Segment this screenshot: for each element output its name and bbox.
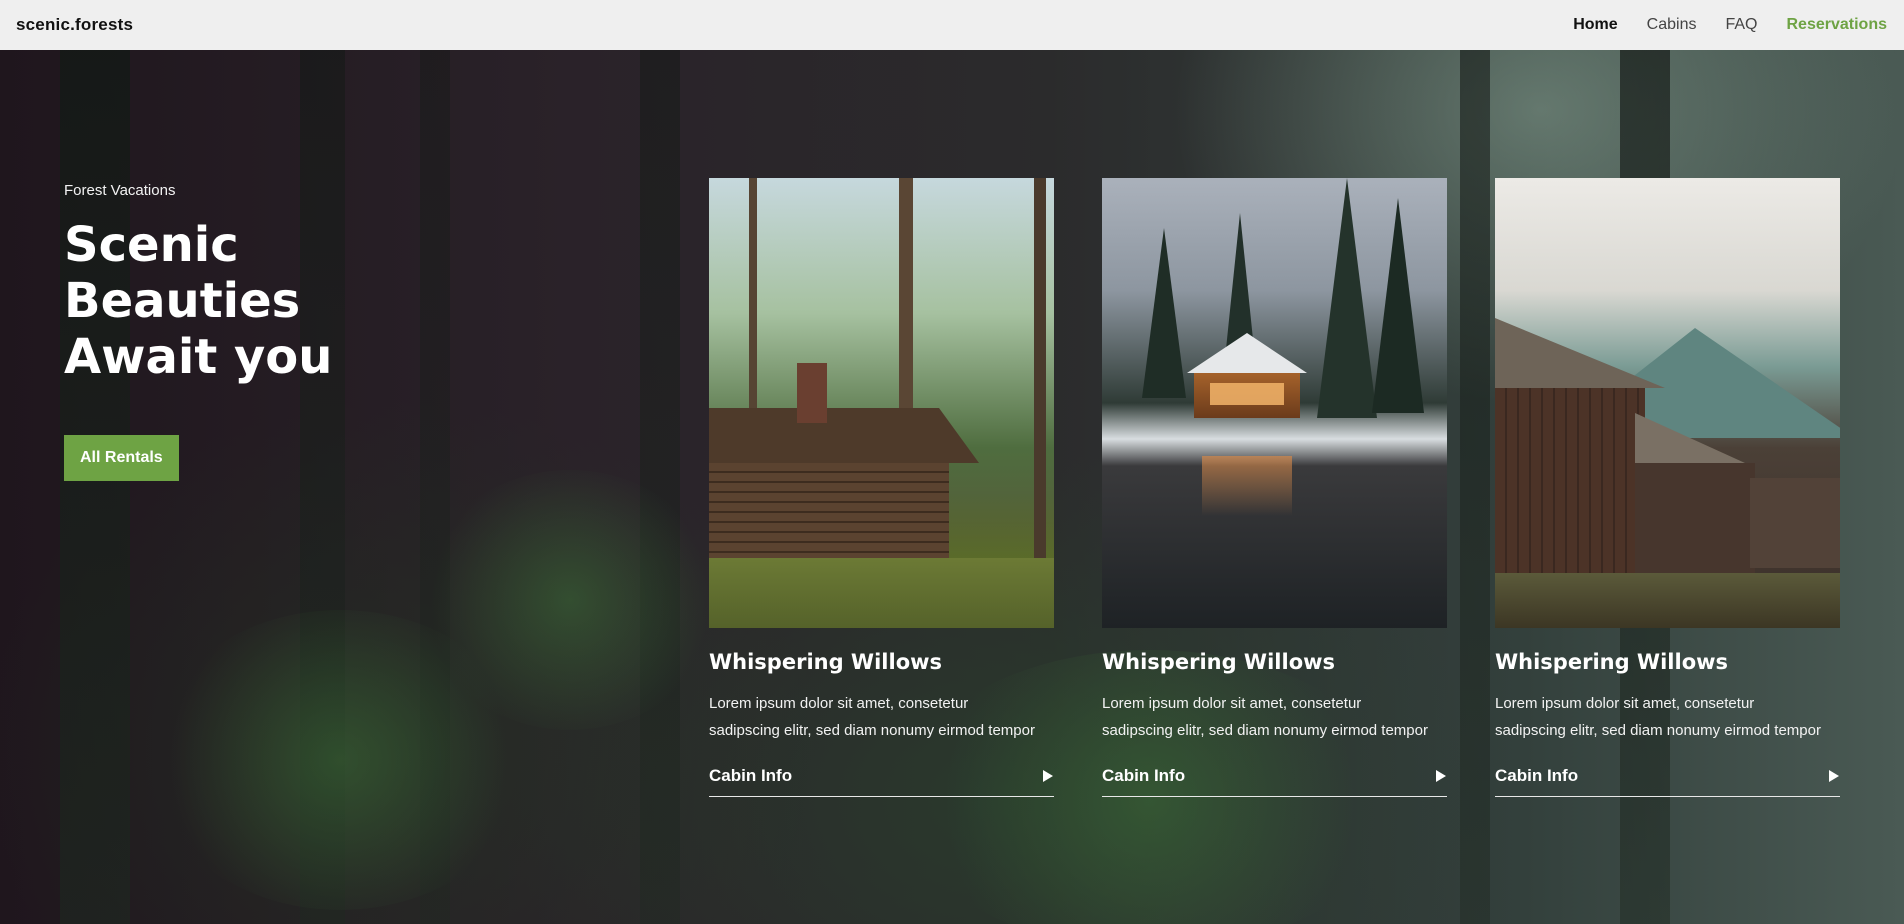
cabin-card: Whispering Willows Lorem ipsum dolor sit… xyxy=(709,178,1054,797)
all-rentals-button[interactable]: All Rentals xyxy=(64,435,179,481)
background-foliage xyxy=(150,610,530,910)
pine-tree-shape xyxy=(1142,228,1186,398)
cabin-info-label: Cabin Info xyxy=(709,766,793,785)
cabin-wall-shape xyxy=(709,463,949,558)
lodge-window-shape xyxy=(1210,383,1284,405)
cabin-title: Whispering Willows xyxy=(709,650,943,674)
hero-text-block: Forest Vacations Scenic Beauties Await y… xyxy=(64,182,504,481)
cabin-cards: Whispering Willows Lorem ipsum dolor sit… xyxy=(709,178,1840,797)
hero-title: Scenic Beauties Await you xyxy=(64,217,333,385)
hut-wall-shape xyxy=(1750,478,1840,568)
cabin-card: Whispering Willows Lorem ipsum dolor sit… xyxy=(1495,178,1840,797)
pine-tree-shape xyxy=(1372,198,1424,413)
hut-roof-shape xyxy=(1635,413,1745,463)
play-arrow-icon xyxy=(1043,770,1053,782)
play-arrow-icon xyxy=(1436,770,1446,782)
nav-reservations-link[interactable]: Reservations xyxy=(1787,16,1888,34)
cabin-image-log-cabin[interactable] xyxy=(709,178,1054,628)
nav-home-link[interactable]: Home xyxy=(1573,16,1617,34)
hut-roof-shape xyxy=(1495,318,1665,388)
hero-eyebrow: Forest Vacations xyxy=(64,182,176,199)
cabin-info-label: Cabin Info xyxy=(1495,766,1579,785)
cabin-image-lake-lodge[interactable] xyxy=(1102,178,1447,628)
cabin-image-mountain-huts[interactable] xyxy=(1495,178,1840,628)
grass-shape xyxy=(709,558,1054,628)
cabin-description: Lorem ipsum dolor sit amet, consetetur s… xyxy=(1495,695,1821,739)
nav-faq-link[interactable]: FAQ xyxy=(1725,16,1757,34)
cabin-info-link[interactable]: Cabin Info xyxy=(1495,766,1840,797)
main-nav: Home Cabins FAQ Reservations xyxy=(1573,16,1887,34)
cabin-info-label: Cabin Info xyxy=(1102,766,1186,785)
nav-cabins-link[interactable]: Cabins xyxy=(1647,16,1697,34)
play-arrow-icon xyxy=(1829,770,1839,782)
cabin-info-link[interactable]: Cabin Info xyxy=(709,766,1054,797)
ground-shape xyxy=(1495,573,1840,628)
cabin-title: Whispering Willows xyxy=(1495,650,1729,674)
cabin-description: Lorem ipsum dolor sit amet, consetetur s… xyxy=(1102,695,1428,739)
cabin-card: Whispering Willows Lorem ipsum dolor sit… xyxy=(1102,178,1447,797)
cabin-info-link[interactable]: Cabin Info xyxy=(1102,766,1447,797)
cabin-description: Lorem ipsum dolor sit amet, consetetur s… xyxy=(709,695,1035,739)
tree-trunk-shape xyxy=(1034,178,1046,568)
top-navbar: scenic.forests Home Cabins FAQ Reservati… xyxy=(0,0,1904,50)
cabin-title: Whispering Willows xyxy=(1102,650,1336,674)
pine-tree-shape xyxy=(1317,178,1377,418)
lake-reflection-shape xyxy=(1202,456,1292,516)
lodge-roof-shape xyxy=(1187,333,1307,373)
cabin-roof-shape xyxy=(709,408,979,463)
brand-logo[interactable]: scenic.forests xyxy=(16,15,133,35)
hut-wall-shape xyxy=(1635,463,1755,583)
chimney-shape xyxy=(797,363,827,423)
hero-section: Forest Vacations Scenic Beauties Await y… xyxy=(0,50,1904,924)
